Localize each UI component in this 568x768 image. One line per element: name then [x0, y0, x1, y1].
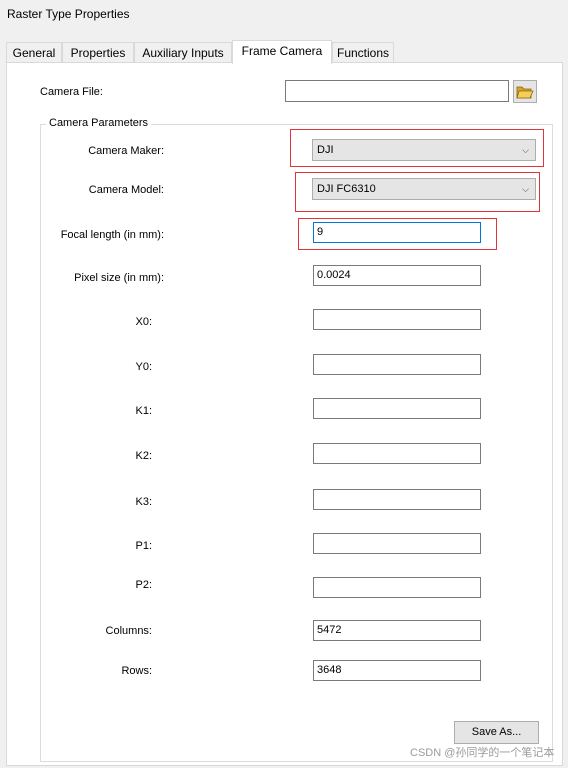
tab-auxiliary-inputs[interactable]: Auxiliary Inputs	[134, 42, 232, 62]
focal-length-label: Focal length (in mm):	[60, 229, 164, 241]
save-as-button[interactable]: Save As...	[454, 721, 539, 744]
folder-open-icon	[516, 86, 534, 99]
p2-input[interactable]	[313, 577, 481, 598]
highlight-box-model	[295, 172, 540, 212]
camera-maker-label: Camera Maker:	[88, 145, 164, 157]
pixel-size-label: Pixel size (in mm):	[74, 272, 164, 284]
pixel-size-input[interactable]: 0.0024	[313, 265, 481, 286]
p2-label: P2:	[135, 579, 152, 591]
k2-input[interactable]	[313, 443, 481, 464]
camera-model-label: Camera Model:	[88, 184, 164, 196]
x0-input[interactable]	[313, 309, 481, 330]
tab-properties[interactable]: Properties	[62, 42, 134, 62]
camera-file-label: Camera File:	[40, 86, 103, 98]
k1-label: K1:	[135, 405, 152, 417]
k3-input[interactable]	[313, 489, 481, 510]
window-title: Raster Type Properties	[7, 7, 130, 21]
p1-input[interactable]	[313, 533, 481, 554]
highlight-box-focal-length	[298, 218, 497, 250]
browse-button[interactable]	[513, 80, 537, 103]
tab-functions[interactable]: Functions	[332, 42, 394, 62]
columns-input[interactable]: 5472	[313, 620, 481, 641]
rows-label: Rows:	[121, 665, 152, 677]
camera-file-input[interactable]	[285, 80, 509, 102]
watermark-text: CSDN @孙同学的一个笔记本	[410, 747, 555, 759]
p1-label: P1:	[135, 540, 152, 552]
y0-input[interactable]	[313, 354, 481, 375]
x0-label: X0:	[135, 316, 152, 328]
rows-input[interactable]: 3648	[313, 660, 481, 681]
highlight-box-maker	[290, 129, 544, 167]
k2-label: K2:	[135, 450, 152, 462]
tab-frame-camera[interactable]: Frame Camera	[232, 40, 332, 64]
columns-label: Columns:	[105, 625, 152, 637]
k1-input[interactable]	[313, 398, 481, 419]
tab-general[interactable]: General	[6, 42, 62, 62]
y0-label: Y0:	[135, 361, 152, 373]
camera-parameters-title: Camera Parameters	[46, 117, 152, 129]
k3-label: K3:	[135, 496, 152, 508]
